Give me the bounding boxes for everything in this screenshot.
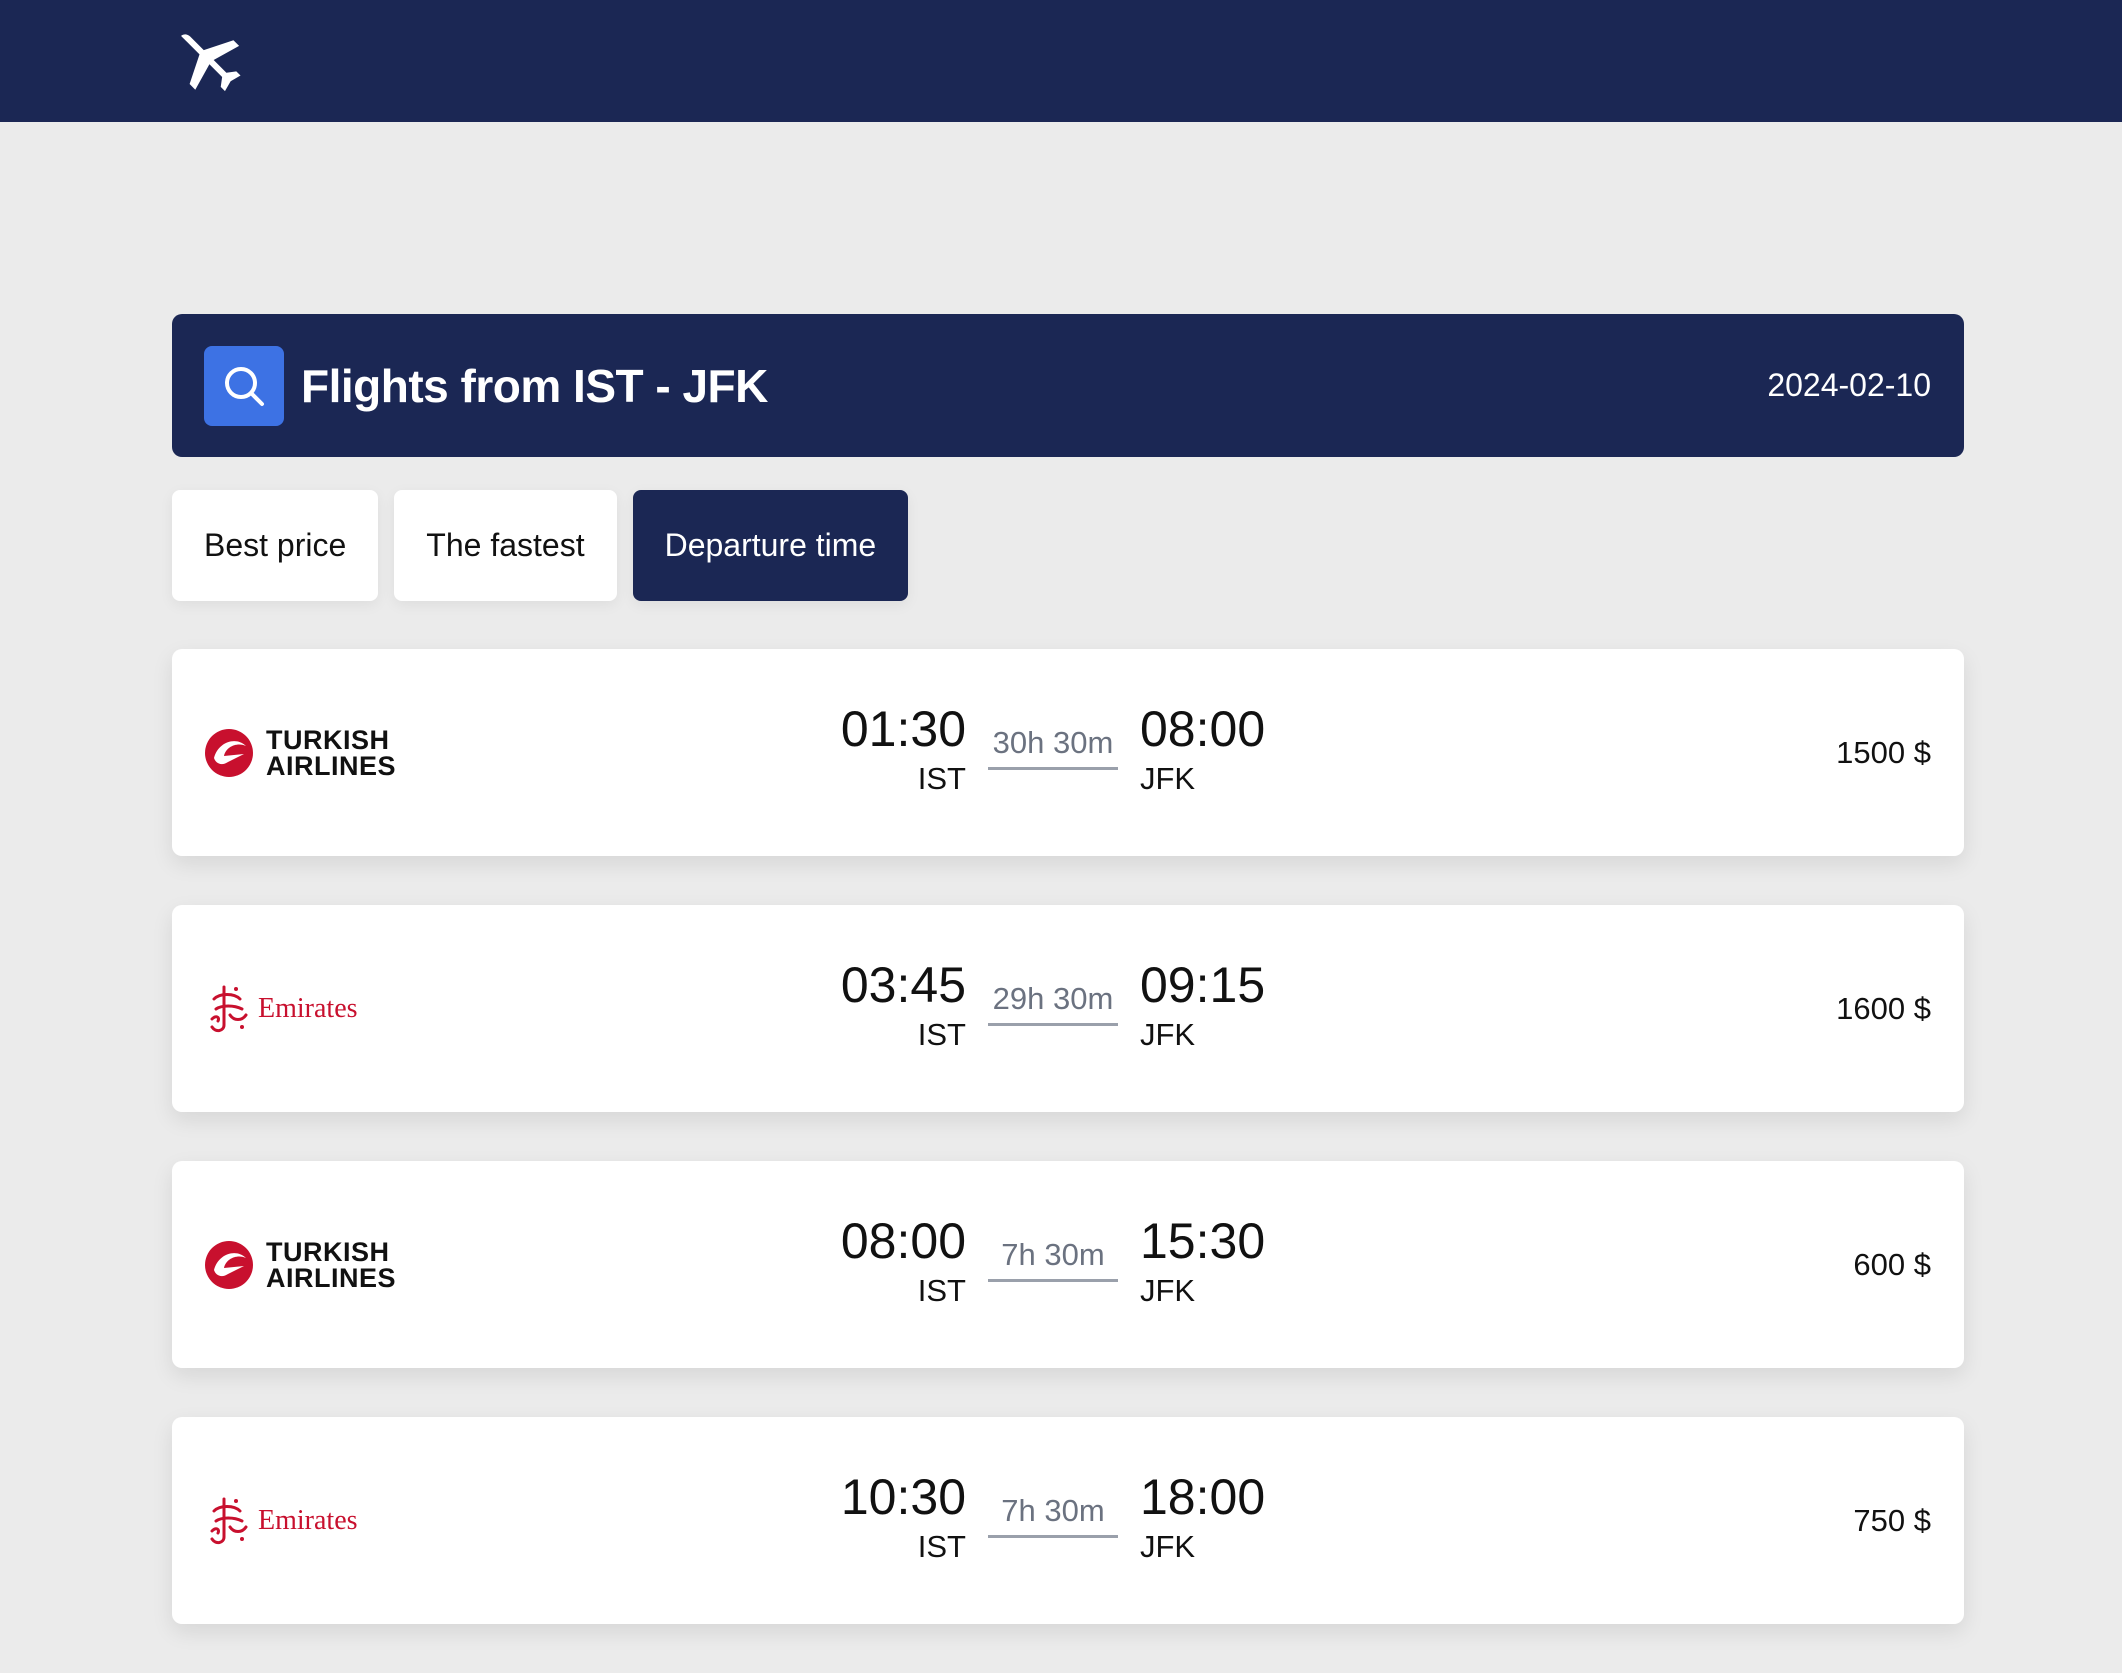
flight-card[interactable]: TURKISH AIRLINES 01:30 IST 30h 30m 08:00… <box>172 649 1964 856</box>
duration-line <box>988 1279 1118 1282</box>
duration-line <box>988 1023 1118 1026</box>
search-icon[interactable] <box>204 345 284 426</box>
arrival-airport: JFK <box>1140 761 1196 796</box>
arrival-airport: JFK <box>1140 1273 1196 1308</box>
flight-price: 1600 $ <box>1836 990 1931 1026</box>
airplane-icon[interactable] <box>168 20 248 100</box>
sort-tabs: Best price The fastest Departure time <box>172 490 1964 601</box>
sort-tab-best-price[interactable]: Best price <box>172 490 379 601</box>
search-header: Flights from IST - JFK 2024-02-10 <box>172 314 1964 457</box>
arrival-time: 08:00 <box>1140 701 1266 757</box>
flight-duration: 29h 30m <box>992 981 1114 1016</box>
flight-duration: 7h 30m <box>1001 1493 1105 1528</box>
search-title: Flights from IST - JFK <box>301 359 768 412</box>
search-date: 2024-02-10 <box>1767 367 1931 403</box>
arrival-time: 18:00 <box>1140 1469 1266 1525</box>
main-content: Flights from IST - JFK 2024-02-10 Best p… <box>172 314 1964 1673</box>
departure-time: 08:00 <box>840 1213 966 1269</box>
flight-duration: 30h 30m <box>992 725 1114 760</box>
flight-card[interactable]: Emirates 10:30 IST 7h 30m 18:00 JFK 750 … <box>172 1417 1964 1624</box>
arrival-airport: JFK <box>1140 1017 1196 1052</box>
flight-duration: 7h 30m <box>1001 1237 1105 1272</box>
departure-airport: IST <box>917 1017 966 1052</box>
sort-tab-fastest[interactable]: The fastest <box>394 490 617 601</box>
departure-time: 10:30 <box>840 1469 966 1525</box>
top-navbar <box>0 0 2122 122</box>
sort-tab-departure-time[interactable]: Departure time <box>632 490 909 601</box>
flight-card[interactable]: Emirates 03:45 IST 29h 30m 09:15 JFK 160… <box>172 905 1964 1112</box>
departure-airport: IST <box>917 761 966 796</box>
flight-list: TURKISH AIRLINES 01:30 IST 30h 30m 08:00… <box>172 649 1964 1624</box>
departure-time: 01:30 <box>840 701 966 757</box>
departure-airport: IST <box>917 1273 966 1308</box>
arrival-airport: JFK <box>1140 1529 1196 1564</box>
departure-airport: IST <box>917 1529 966 1564</box>
duration-line <box>988 1535 1118 1538</box>
duration-line <box>988 767 1118 770</box>
arrival-time: 15:30 <box>1140 1213 1266 1269</box>
flight-price: 1500 $ <box>1836 734 1931 770</box>
arrival-time: 09:15 <box>1140 957 1266 1013</box>
flight-price: 750 $ <box>1853 1502 1931 1538</box>
flight-card[interactable]: TURKISH AIRLINES 08:00 IST 7h 30m 15:30 … <box>172 1161 1964 1368</box>
departure-time: 03:45 <box>840 957 966 1013</box>
flight-price: 600 $ <box>1853 1246 1931 1282</box>
